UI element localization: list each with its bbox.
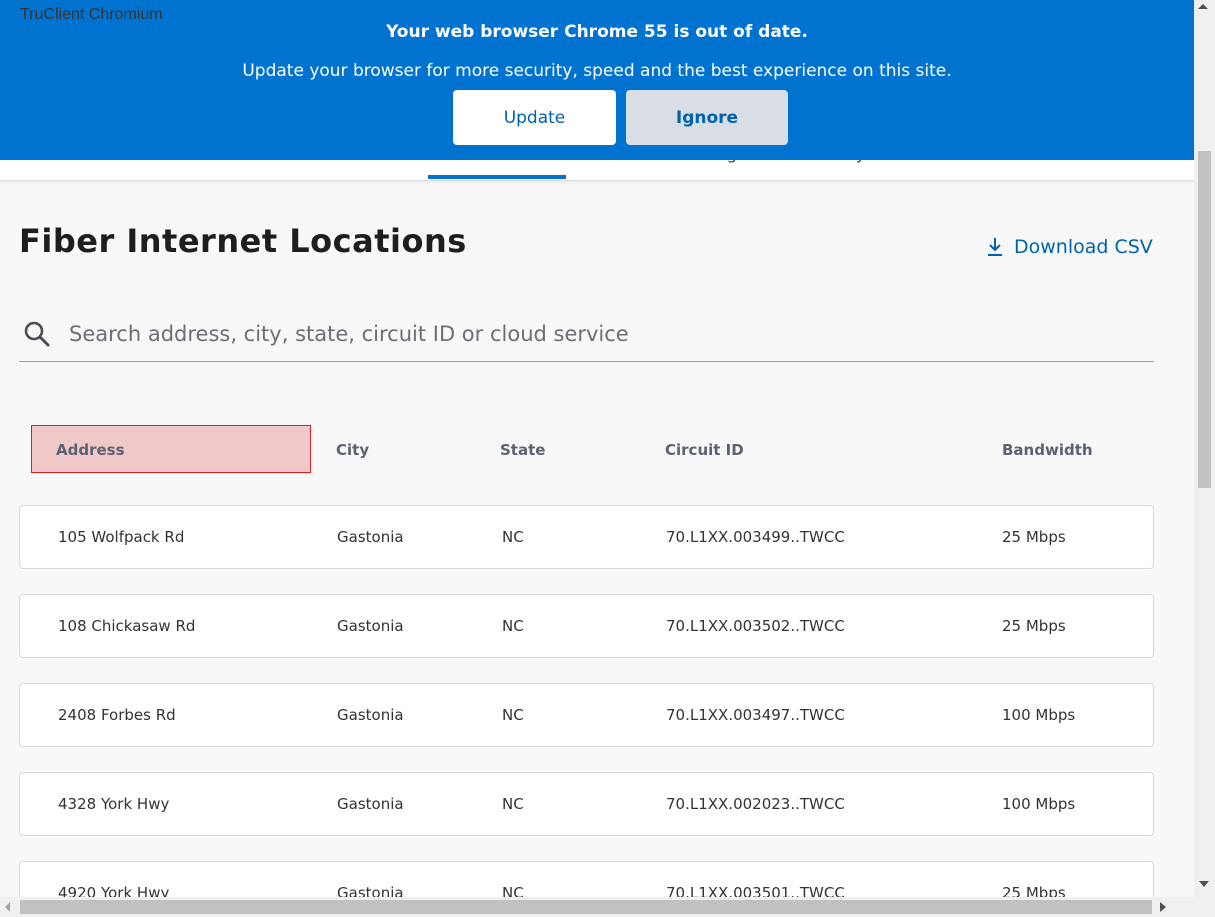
- cell-city: Gastonia: [337, 617, 404, 635]
- horizontal-scroll-thumb[interactable]: [20, 900, 1152, 914]
- scroll-up-arrow-icon[interactable]: [1198, 4, 1208, 9]
- cell-address: 4328 York Hwy: [58, 795, 170, 813]
- cell-circuit-id: 70.L1XX.003499..TWCC: [666, 528, 845, 546]
- cell-circuit-id: 70.L1XX.003497..TWCC: [666, 706, 845, 724]
- column-header-circuit-id[interactable]: Circuit ID: [665, 441, 744, 459]
- cell-city: Gastonia: [337, 528, 404, 546]
- column-header-state[interactable]: State: [500, 441, 545, 459]
- browser-update-banner: Your web browser Chrome 55 is out of dat…: [0, 0, 1194, 160]
- cell-state: NC: [502, 617, 524, 635]
- cell-bandwidth: 25 Mbps: [1002, 617, 1066, 635]
- table-row[interactable]: 108 Chickasaw Rd Gastonia NC 70.L1XX.003…: [19, 594, 1154, 658]
- search-icon: [24, 321, 50, 347]
- active-tab-indicator: [428, 175, 566, 179]
- cell-circuit-id: 70.L1XX.003502..TWCC: [666, 617, 845, 635]
- ignore-button[interactable]: Ignore: [626, 90, 788, 145]
- cell-address: 2408 Forbes Rd: [58, 706, 176, 724]
- cell-address: 105 Wolfpack Rd: [58, 528, 185, 546]
- cell-bandwidth: 100 Mbps: [1002, 706, 1076, 724]
- cell-bandwidth: 25 Mbps: [1002, 528, 1066, 546]
- cell-bandwidth: 100 Mbps: [1002, 795, 1076, 813]
- table-row[interactable]: 2408 Forbes Rd Gastonia NC 70.L1XX.00349…: [19, 683, 1154, 747]
- vertical-scroll-thumb[interactable]: [1198, 151, 1211, 488]
- table-row[interactable]: 4328 York Hwy Gastonia NC 70.L1XX.002023…: [19, 772, 1154, 836]
- download-csv-label: Download CSV: [1014, 236, 1153, 258]
- cell-state: NC: [502, 706, 524, 724]
- cell-city: Gastonia: [337, 795, 404, 813]
- download-icon: [988, 238, 1002, 256]
- window-title: TruClient Chromium: [20, 6, 163, 23]
- horizontal-scrollbar[interactable]: [0, 897, 1215, 917]
- scroll-down-arrow-icon[interactable]: [1199, 881, 1209, 887]
- cell-address: 108 Chickasaw Rd: [58, 617, 196, 635]
- page-title: Fiber Internet Locations: [19, 222, 467, 260]
- table-row[interactable]: 105 Wolfpack Rd Gastonia NC 70.L1XX.0034…: [19, 505, 1154, 569]
- banner-message: Update your browser for more security, s…: [242, 61, 952, 81]
- cell-circuit-id: 70.L1XX.002023..TWCC: [666, 795, 845, 813]
- column-header-bandwidth[interactable]: Bandwidth: [1002, 441, 1093, 459]
- cell-state: NC: [502, 528, 524, 546]
- update-button[interactable]: Update: [453, 90, 616, 145]
- banner-title: Your web browser Chrome 55 is out of dat…: [386, 22, 808, 42]
- vertical-scrollbar[interactable]: [1194, 0, 1215, 897]
- column-header-address[interactable]: Address: [56, 441, 125, 459]
- scroll-left-arrow-icon[interactable]: [5, 902, 10, 912]
- scroll-right-arrow-icon[interactable]: [1160, 902, 1166, 912]
- search-bar: [19, 306, 1154, 362]
- cell-state: NC: [502, 795, 524, 813]
- column-header-city[interactable]: City: [336, 441, 369, 459]
- download-csv-link[interactable]: Download CSV: [986, 236, 1153, 258]
- search-input[interactable]: [69, 316, 1139, 352]
- cell-city: Gastonia: [337, 706, 404, 724]
